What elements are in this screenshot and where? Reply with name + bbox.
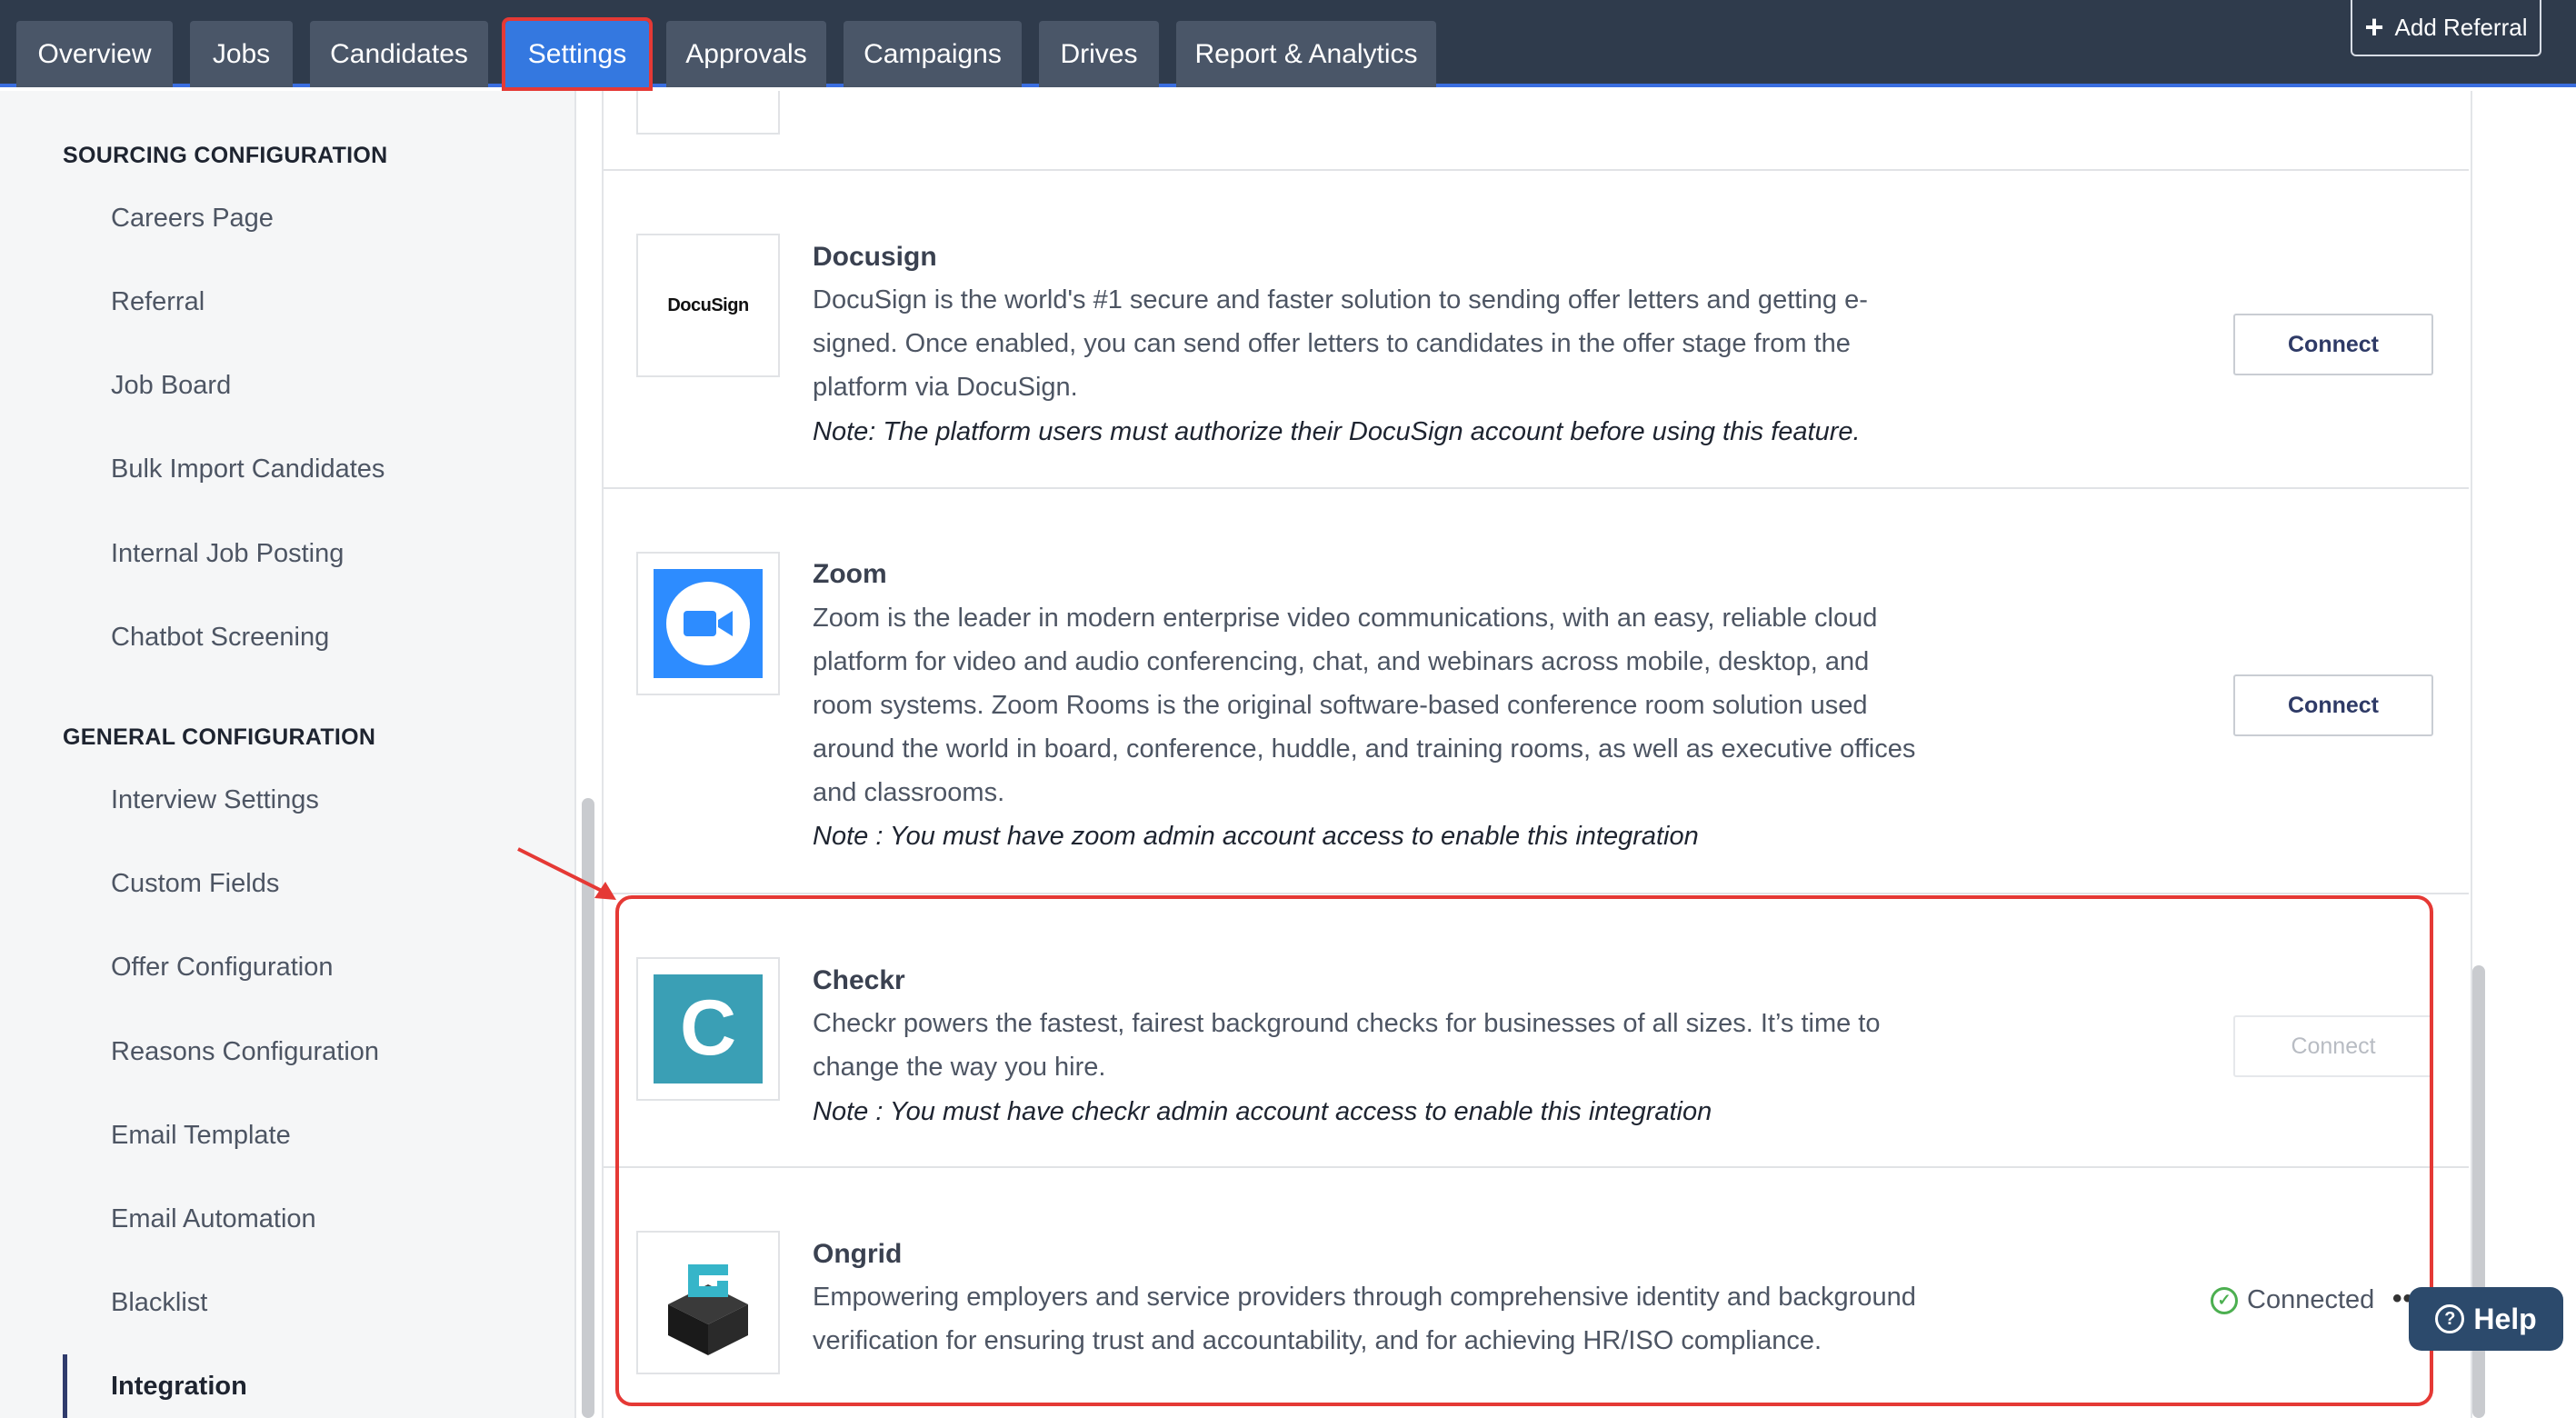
partial-logo-box (636, 91, 780, 135)
tab-candidates[interactable]: Candidates (310, 21, 488, 87)
sidebar-item-bulk-import[interactable]: Bulk Import Candidates (111, 454, 384, 484)
top-nav-bar: Overview Jobs Candidates Settings Approv… (0, 0, 2576, 91)
sidebar-item-custom-fields[interactable]: Custom Fields (111, 869, 279, 899)
card-divider (604, 893, 2469, 894)
sidebar-item-chatbot-screening[interactable]: Chatbot Screening (111, 623, 329, 653)
card-divider (604, 487, 2469, 489)
sidebar-item-email-automation[interactable]: Email Automation (111, 1204, 316, 1234)
docusign-note: Note: The platform users must authorize … (813, 417, 1861, 446)
help-label: Help (2473, 1302, 2537, 1335)
docusign-title: Docusign (813, 242, 937, 272)
zoom-title: Zoom (813, 559, 887, 589)
zoom-note: Note : You must have zoom admin account … (813, 822, 1699, 851)
docusign-description: DocuSign is the world's #1 secure and fa… (813, 278, 1940, 409)
tab-approvals[interactable]: Approvals (666, 21, 826, 87)
docusign-connect-button[interactable]: Connect (2233, 314, 2433, 375)
docusign-desc-line: DocuSign is the world's #1 secure and fa… (813, 285, 1868, 315)
sourcing-section-title: SOURCING CONFIGURATION (63, 143, 388, 168)
sidebar-item-offer-configuration[interactable]: Offer Configuration (111, 953, 334, 983)
sidebar-item-interview-settings[interactable]: Interview Settings (111, 785, 319, 815)
zoom-desc-line: platform for video and audio conferencin… (813, 647, 1870, 676)
docusign-desc-line: platform via DocuSign. (813, 373, 1078, 402)
general-section-title: GENERAL CONFIGURATION (63, 724, 376, 750)
docusign-logo: DocuSign (636, 234, 780, 377)
card-divider (604, 169, 2469, 171)
tab-drives[interactable]: Drives (1039, 21, 1159, 87)
zoom-icon (654, 569, 763, 678)
zoom-connect-button[interactable]: Connect (2233, 674, 2433, 736)
highlight-box (615, 895, 2433, 1406)
zoom-logo (636, 552, 780, 695)
tab-report-analytics[interactable]: Report & Analytics (1176, 21, 1436, 87)
zoom-desc-line: around the world in board, conference, h… (813, 734, 1916, 764)
sidebar-item-referral[interactable]: Referral (111, 287, 205, 317)
help-button[interactable]: ? Help (2409, 1287, 2563, 1351)
sidebar-item-job-board[interactable]: Job Board (111, 371, 231, 401)
annotation-arrow-icon (517, 847, 616, 900)
tab-overview[interactable]: Overview (16, 21, 173, 87)
sidebar-item-reasons-configuration[interactable]: Reasons Configuration (111, 1037, 379, 1067)
tab-settings[interactable]: Settings (502, 17, 653, 91)
add-referral-button[interactable]: + Add Referral (2351, 0, 2541, 56)
sidebar-item-internal-job-posting[interactable]: Internal Job Posting (111, 539, 344, 569)
sidebar-item-integration[interactable]: Integration (111, 1372, 247, 1402)
tab-campaigns[interactable]: Campaigns (844, 21, 1022, 87)
zoom-desc-line: room systems. Zoom Rooms is the original… (813, 691, 1868, 720)
tab-jobs[interactable]: Jobs (190, 21, 293, 87)
zoom-desc-line: and classrooms. (813, 778, 1005, 807)
plus-icon: + (2364, 8, 2384, 45)
question-icon: ? (2435, 1304, 2465, 1333)
docusign-desc-line: signed. Once enabled, you can send offer… (813, 329, 1851, 358)
add-referral-label: Add Referral (2394, 13, 2528, 41)
sidebar-item-email-template[interactable]: Email Template (111, 1121, 291, 1151)
active-indicator (63, 1354, 67, 1418)
sidebar-item-blacklist[interactable]: Blacklist (111, 1288, 207, 1318)
sidebar-item-careers-page[interactable]: Careers Page (111, 204, 274, 234)
zoom-desc-line: Zoom is the leader in modern enterprise … (813, 604, 1878, 633)
zoom-description: Zoom is the leader in modern enterprise … (813, 596, 1940, 814)
